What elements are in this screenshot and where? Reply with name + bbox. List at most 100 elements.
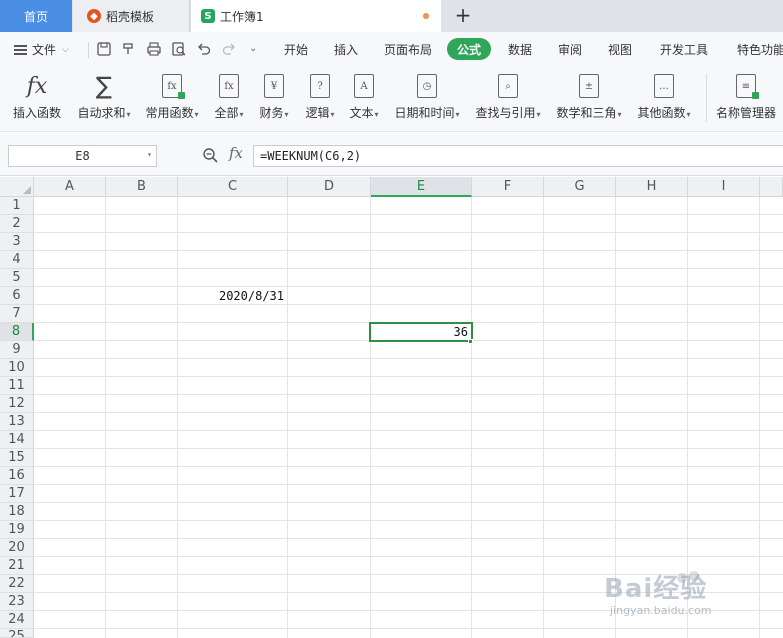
- caret-down-icon: ▾: [330, 110, 335, 119]
- file-menu-button[interactable]: 文件 ⌵: [14, 41, 69, 58]
- menu-formulas-active[interactable]: 公式: [447, 38, 491, 60]
- column-header-c[interactable]: C: [178, 177, 288, 197]
- row-header[interactable]: 9: [0, 341, 34, 359]
- menu-insert[interactable]: 插入: [334, 41, 358, 58]
- finance-button[interactable]: ¥ 财务▾: [256, 72, 292, 121]
- grid-line: [34, 556, 783, 557]
- row-header[interactable]: 20: [0, 539, 34, 557]
- row-header[interactable]: 12: [0, 395, 34, 413]
- new-tab-button[interactable]: +: [452, 4, 474, 26]
- print-preview-icon[interactable]: [171, 41, 187, 57]
- cell-c6[interactable]: 2020/8/31: [178, 287, 288, 305]
- chevron-down-icon[interactable]: ▾: [147, 150, 152, 159]
- grid-line: [34, 376, 783, 377]
- column-header-b[interactable]: B: [106, 177, 178, 197]
- row-header[interactable]: 7: [0, 305, 34, 323]
- row-header[interactable]: 22: [0, 575, 34, 593]
- column-header-f[interactable]: F: [472, 177, 544, 197]
- formula-input[interactable]: =WEEKNUM(C6,2): [253, 145, 783, 167]
- menu-home[interactable]: 开始: [284, 41, 308, 58]
- autosum-button[interactable]: ∑ 自动求和▾: [75, 72, 133, 121]
- row-header[interactable]: 1: [0, 197, 34, 215]
- redo-icon[interactable]: [221, 41, 237, 57]
- logic-icon: ?: [310, 72, 330, 100]
- row-header[interactable]: 13: [0, 413, 34, 431]
- common-functions-button[interactable]: fx 常用函数▾: [143, 72, 201, 121]
- row-header[interactable]: 2: [0, 215, 34, 233]
- tab-home[interactable]: 首页: [0, 0, 72, 32]
- row-header[interactable]: 15: [0, 449, 34, 467]
- row-header[interactable]: 19: [0, 521, 34, 539]
- print-icon[interactable]: [146, 41, 162, 57]
- column-header-h[interactable]: H: [616, 177, 688, 197]
- quick-access-dropdown-icon[interactable]: ⌄: [249, 43, 265, 59]
- other-functions-doc-icon: …: [654, 74, 674, 98]
- other-functions-button[interactable]: … 其他函数▾: [635, 72, 693, 121]
- all-functions-button[interactable]: fx 全部▾: [211, 72, 247, 121]
- file-menu-label: 文件: [32, 43, 57, 57]
- column-header-g[interactable]: G: [544, 177, 616, 197]
- row-header[interactable]: 14: [0, 431, 34, 449]
- row-header[interactable]: 21: [0, 557, 34, 575]
- grid-line: [34, 484, 783, 485]
- row-header[interactable]: 16: [0, 467, 34, 485]
- caret-down-icon: ▾: [617, 110, 622, 119]
- row-header-active[interactable]: 8: [0, 323, 34, 341]
- text-button[interactable]: A 文本▾: [346, 72, 382, 121]
- grid-line: [34, 232, 783, 233]
- math-label: 数学和三角: [556, 106, 617, 120]
- insert-function-button[interactable]: fx 插入函数: [12, 72, 62, 121]
- name-manager-label: 名称管理器: [715, 106, 776, 120]
- menu-view[interactable]: 视图: [608, 41, 632, 58]
- format-painter-icon[interactable]: [121, 41, 137, 57]
- row-header[interactable]: 10: [0, 359, 34, 377]
- row-header[interactable]: 18: [0, 503, 34, 521]
- math-trig-button[interactable]: ± 数学和三角▾: [554, 72, 624, 121]
- column-header-a[interactable]: A: [34, 177, 106, 197]
- grid-line: [34, 502, 783, 503]
- grid-line: [543, 197, 544, 638]
- name-manager-doc-icon: ≡: [736, 74, 759, 99]
- column-header-i[interactable]: I: [688, 177, 760, 197]
- fill-handle[interactable]: [468, 339, 473, 344]
- grid-line: [287, 197, 288, 638]
- row-header[interactable]: 17: [0, 485, 34, 503]
- save-icon[interactable]: [96, 41, 112, 57]
- date-time-label: 日期和时间: [394, 106, 455, 120]
- menu-data[interactable]: 数据: [508, 41, 532, 58]
- name-box[interactable]: E8 ▾: [8, 145, 157, 167]
- grid-line: [34, 538, 783, 539]
- column-header-d[interactable]: D: [288, 177, 371, 197]
- watermark-url: jingyan.baidu.com: [610, 604, 712, 617]
- tab-docer-templates[interactable]: ◆ 稻壳模板: [73, 0, 190, 32]
- name-manager-button[interactable]: ≡ 名称管理器: [714, 72, 778, 121]
- tab-workbook[interactable]: S 工作簿1: [191, 0, 441, 32]
- lookup-label-wrap: 查找与引用▾: [475, 104, 540, 121]
- autosum-label-wrap: 自动求和▾: [77, 104, 130, 121]
- select-all-corner[interactable]: [0, 177, 34, 197]
- other-functions-icon: …: [654, 72, 674, 100]
- column-header-j[interactable]: [760, 177, 783, 197]
- insert-function-fx-icon[interactable]: fx: [229, 144, 243, 162]
- row-header[interactable]: 25: [0, 629, 34, 638]
- row-header[interactable]: 11: [0, 377, 34, 395]
- column-header-e[interactable]: E: [371, 177, 472, 197]
- undo-icon[interactable]: [196, 41, 212, 57]
- row-header[interactable]: 4: [0, 251, 34, 269]
- row-header[interactable]: 23: [0, 593, 34, 611]
- logic-button[interactable]: ? 逻辑▾: [302, 72, 338, 121]
- date-time-button[interactable]: ◷ 日期和时间▾: [392, 72, 462, 121]
- lookup-reference-button[interactable]: ⌕ 查找与引用▾: [473, 72, 543, 121]
- menu-special-features[interactable]: 特色功能: [737, 41, 783, 58]
- grid-line: [34, 304, 783, 305]
- menu-review[interactable]: 审阅: [558, 41, 582, 58]
- other-functions-label: 其他函数: [637, 106, 686, 120]
- row-header[interactable]: 3: [0, 233, 34, 251]
- menu-page-layout[interactable]: 页面布局: [384, 41, 432, 58]
- row-header[interactable]: 6: [0, 287, 34, 305]
- row-header[interactable]: 24: [0, 611, 34, 629]
- grid-line: [34, 520, 783, 521]
- menu-developer[interactable]: 开发工具: [660, 41, 708, 58]
- zoom-search-icon[interactable]: [202, 147, 218, 163]
- row-header[interactable]: 5: [0, 269, 34, 287]
